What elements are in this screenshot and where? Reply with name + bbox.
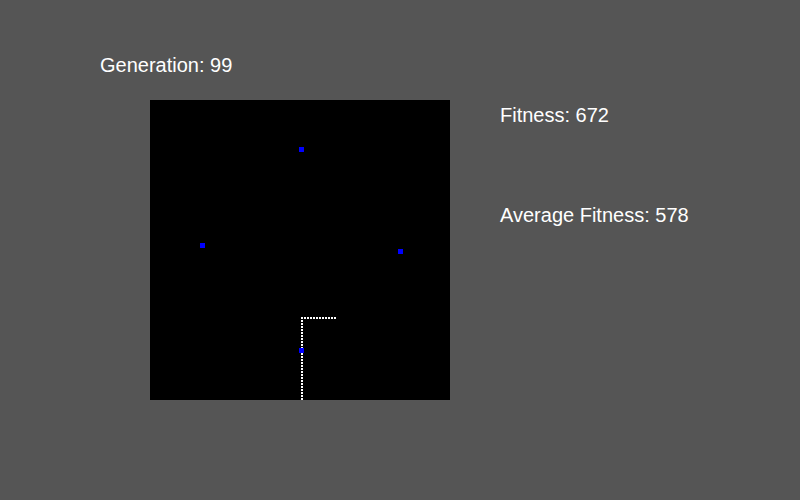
snake-segment [328, 317, 330, 319]
snake-segment [316, 317, 318, 319]
snake-segment [301, 323, 303, 325]
snake-segment [301, 329, 303, 331]
fitness-label: Fitness: 672 [500, 103, 689, 127]
snake-segment [301, 344, 303, 346]
food-pellet [200, 243, 205, 248]
snake-segment [304, 317, 306, 319]
food-pellet [398, 249, 403, 254]
snake-segment [301, 335, 303, 337]
snake-segment [301, 389, 303, 391]
food-pellet [299, 147, 304, 152]
snake-segment [301, 380, 303, 382]
snake-segment [325, 317, 327, 319]
snake-segment [301, 365, 303, 367]
average-fitness-label: Average Fitness: 578 [500, 203, 689, 227]
food-pellet [299, 348, 304, 353]
snake-segment [301, 338, 303, 340]
snake-segment [301, 371, 303, 373]
generation-label: Generation: 99 [0, 53, 800, 77]
snake-segment [301, 386, 303, 388]
snake-segment [301, 374, 303, 376]
snake-segment [301, 320, 303, 322]
snake-segment [313, 317, 315, 319]
snake-segment [301, 398, 303, 400]
snake-segment [301, 356, 303, 358]
snake-segment [307, 317, 309, 319]
snake-segment [301, 362, 303, 364]
snake-segment [301, 392, 303, 394]
snake-segment [301, 359, 303, 361]
snake-segment [301, 341, 303, 343]
snake-segment [319, 317, 321, 319]
snake-segment [301, 395, 303, 397]
snake-segment [334, 317, 336, 319]
snake-segment [301, 377, 303, 379]
snake-segment [301, 368, 303, 370]
snake-segment [322, 317, 324, 319]
game-board [150, 100, 450, 400]
snake-segment [301, 332, 303, 334]
snake-segment [331, 317, 333, 319]
snake-segment [310, 317, 312, 319]
game-screen: Generation: 99 Fitness: 672 Average Fitn… [0, 0, 800, 500]
snake-segment [301, 383, 303, 385]
snake-segment [301, 326, 303, 328]
snake-segment [301, 317, 303, 319]
